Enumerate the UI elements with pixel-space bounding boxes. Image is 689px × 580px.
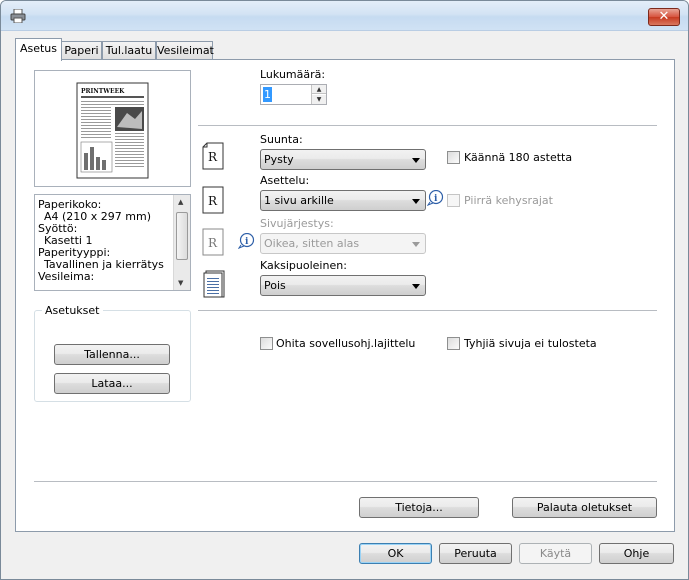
svg-text:i: i <box>434 194 438 204</box>
settings-group-title: Asetukset <box>42 304 103 317</box>
layout-value: 1 sivu arkille <box>264 194 334 207</box>
page-order-select[interactable]: Oikea, sitten alas <box>260 233 426 254</box>
settings-panel: PRINTWEEK Paperikoko: A4 (210 x 297 mm) … <box>15 59 675 532</box>
separator <box>198 125 657 126</box>
preview-page-thumbnail: PRINTWEEK <box>76 82 149 179</box>
info-icon[interactable]: i <box>238 233 256 249</box>
duplex-page-icon <box>203 270 225 298</box>
ok-button[interactable]: OK <box>359 543 432 564</box>
help-button[interactable]: Ohje <box>599 543 674 564</box>
copies-label: Lukumäärä: <box>260 68 326 81</box>
page-preview: PRINTWEEK <box>34 70 191 187</box>
rotate180-checkbox[interactable] <box>447 151 460 164</box>
title-bar: ✕ <box>1 1 688 31</box>
orientation-label: Suunta: <box>260 133 303 146</box>
chevron-down-icon <box>412 284 420 289</box>
info-icon[interactable]: i <box>427 190 445 206</box>
chevron-down-icon <box>412 199 420 204</box>
printer-icon <box>10 9 26 23</box>
svg-text:R: R <box>208 150 218 164</box>
about-button[interactable]: Tietoja... <box>359 497 479 518</box>
skip-collation-checkbox[interactable] <box>260 337 273 350</box>
save-settings-button[interactable]: Tallenna... <box>54 344 170 365</box>
skip-collation-label[interactable]: Ohita sovellusohj.lajittelu <box>276 337 415 350</box>
spin-up-icon[interactable]: ▲ <box>312 85 326 94</box>
page-order-value: Oikea, sitten alas <box>264 237 360 250</box>
page-order-label: Sivujärjestys: <box>260 217 334 230</box>
page-order-icon: R <box>202 228 224 256</box>
svg-text:R: R <box>208 194 218 208</box>
copies-value[interactable]: 1 <box>263 87 272 102</box>
settings-summary-list[interactable]: Paperikoko: A4 (210 x 297 mm) Syöttö: Ka… <box>34 194 191 291</box>
separator <box>34 481 657 482</box>
chevron-down-icon <box>412 242 420 247</box>
printer-settings-dialog: ✕ Asetus Paperi Tul.laatu Vesileimat PRI… <box>0 0 689 580</box>
orientation-select[interactable]: Pysty <box>260 149 426 170</box>
skip-blank-label[interactable]: Tyhjiä sivuja ei tulosteta <box>464 337 597 350</box>
layout-label: Asettelu: <box>260 174 310 187</box>
tab-asetus[interactable]: Asetus <box>15 38 62 61</box>
scroll-thumb[interactable] <box>176 212 188 260</box>
portrait-page-icon: R <box>202 142 224 170</box>
draw-borders-checkbox[interactable] <box>447 194 460 207</box>
restore-defaults-button[interactable]: Palauta oletukset <box>512 497 657 518</box>
duplex-select[interactable]: Pois <box>260 275 426 296</box>
chevron-down-icon <box>412 158 420 163</box>
tab-paperi[interactable]: Paperi <box>61 41 102 60</box>
draw-borders-label: Piirrä kehysrajat <box>464 194 553 207</box>
layout-select[interactable]: 1 sivu arkille <box>260 190 426 211</box>
tab-tul-laatu[interactable]: Tul.laatu <box>102 41 156 60</box>
copies-spinner[interactable]: 1 ▲ ▼ <box>260 84 327 105</box>
spin-down-icon[interactable]: ▼ <box>312 95 326 104</box>
preview-masthead: PRINTWEEK <box>81 88 125 95</box>
tab-vesileimat[interactable]: Vesileimat <box>156 41 214 60</box>
close-button[interactable]: ✕ <box>648 8 680 26</box>
scroll-up-icon[interactable]: ▲ <box>178 198 183 206</box>
apply-button[interactable]: Käytä <box>519 543 592 564</box>
summary-scrollbar[interactable]: ▲ ▼ <box>173 195 190 290</box>
cancel-button[interactable]: Peruuta <box>439 543 512 564</box>
load-settings-button[interactable]: Lataa... <box>54 373 170 394</box>
skip-blank-checkbox[interactable] <box>447 337 460 350</box>
summary-line: Vesileima: <box>38 270 95 283</box>
svg-text:i: i <box>245 237 249 247</box>
separator <box>198 310 657 311</box>
rotate180-label[interactable]: Käännä 180 astetta <box>464 151 572 164</box>
scroll-down-icon[interactable]: ▼ <box>178 279 183 287</box>
duplex-value: Pois <box>264 279 286 292</box>
duplex-label: Kaksipuoleinen: <box>260 259 347 272</box>
orientation-value: Pysty <box>264 153 294 166</box>
svg-text:R: R <box>208 236 218 250</box>
layout-page-icon: R <box>202 186 224 214</box>
